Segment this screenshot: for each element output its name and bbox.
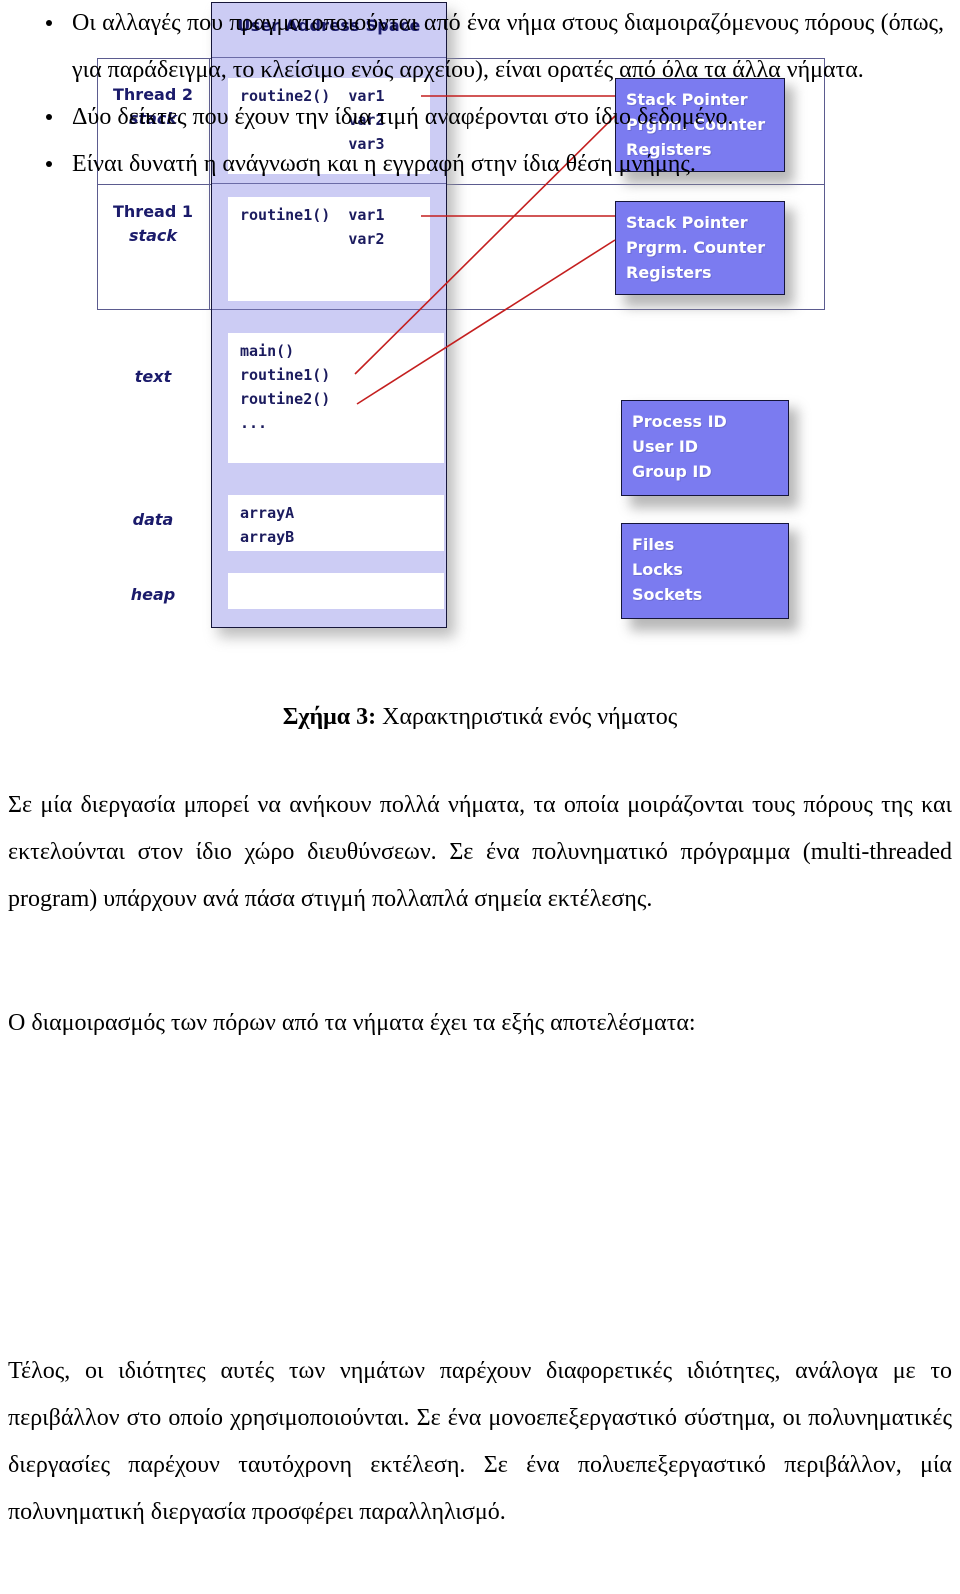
list-item-text: Οι αλλαγές που πραγματοποιούνται από ένα… — [72, 10, 944, 83]
panel-data-segment: arrayA arrayB — [228, 495, 444, 551]
figure-caption: Σχήμα 3: Χαρακτηριστικά ενός νήματος — [0, 700, 960, 734]
list-item: Οι αλλαγές που πραγματοποιούνται από ένα… — [0, 0, 944, 94]
list-item: Είναι δυνατή η ανάγνωση και η εγγραφή στ… — [0, 141, 944, 188]
region-label-text: text — [97, 365, 209, 389]
list-item: Δύο δείκτες που έχουν την ίδια τιμή αναφ… — [0, 94, 944, 141]
bluebox-process-resources: Files Locks Sockets — [621, 523, 789, 619]
thread-1-name: Thread 1 — [113, 202, 193, 221]
region-label-data: data — [97, 508, 209, 532]
bluebox-process-identity: Process ID User ID Group ID — [621, 400, 789, 496]
list-item-text: Δύο δείκτες που έχουν την ίδια τιμή αναφ… — [72, 104, 734, 130]
bullet-dot-icon — [46, 20, 52, 26]
bullet-dot-icon — [46, 114, 52, 120]
text-region-name: text — [134, 367, 172, 386]
region-label-thread-1: Thread 1 stack — [97, 200, 209, 248]
paragraph-lead-in: Ο διαμοιρασμός των πόρων από τα νήματα έ… — [8, 1010, 696, 1036]
panel-heap-segment — [228, 573, 444, 609]
bullet-dot-icon — [46, 161, 52, 167]
thread-1-stack: stack — [128, 226, 178, 245]
data-region-name: data — [132, 510, 174, 529]
figure-caption-text: Χαρακτηριστικά ενός νήματος — [376, 704, 678, 730]
paragraph-intro: Σε μία διεργασία μπορεί να ανήκουν πολλά… — [8, 792, 952, 912]
list-item-text: Είναι δυνατή η ανάγνωση και η εγγραφή στ… — [72, 151, 696, 177]
figure-caption-label: Σχήμα 3: — [282, 704, 377, 730]
address-space-divider-3 — [212, 309, 446, 310]
bluebox-thread-1-registers: Stack Pointer Prgrm. Counter Registers — [615, 201, 785, 295]
paragraph-conclusion: Τέλος, οι ιδιότητες αυτές των νημάτων πα… — [8, 1358, 952, 1525]
panel-thread-1-stack: routine1() var1 var2 — [228, 197, 430, 301]
region-label-heap: heap — [97, 583, 209, 607]
consequences-list: Οι αλλαγές που πραγματοποιούνται από ένα… — [0, 0, 944, 188]
panel-text-segment: main() routine1() routine2() ... — [228, 333, 444, 463]
heap-region-name: heap — [130, 585, 176, 604]
